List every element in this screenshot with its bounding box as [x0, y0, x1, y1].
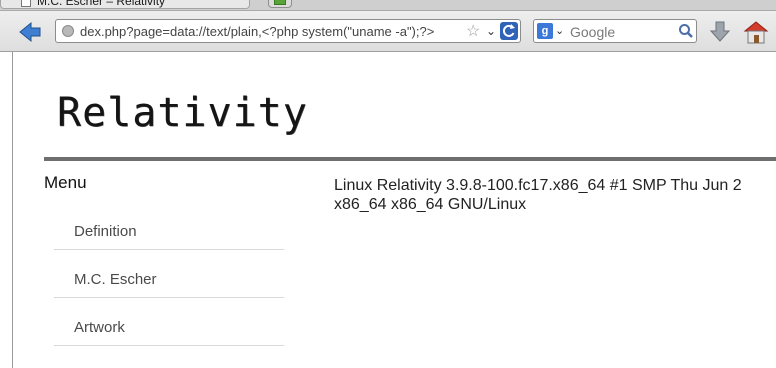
- new-tab-button[interactable]: [268, 0, 292, 8]
- plus-icon: [274, 0, 286, 5]
- page-favicon-icon: [21, 0, 31, 7]
- browser-tab[interactable]: M.C. Escher – Relativity: [0, 0, 250, 9]
- menu-item-mc-escher[interactable]: M.C. Escher: [54, 250, 284, 298]
- tab-strip: M.C. Escher – Relativity: [0, 0, 776, 11]
- back-arrow-icon[interactable]: [18, 21, 42, 43]
- url-input[interactable]: dex.php?page=data://text/plain,<?php sys…: [80, 24, 462, 39]
- menu-item-definition[interactable]: Definition: [54, 202, 284, 250]
- url-history-dropdown-icon[interactable]: ⌄: [486, 24, 496, 38]
- command-output: Linux Relativity 3.9.8-100.fc17.x86_64 #…: [334, 176, 776, 214]
- bookmark-star-icon[interactable]: ☆: [466, 21, 480, 41]
- download-icon[interactable]: [709, 20, 731, 44]
- output-line-2: x86_64 x86_64 GNU/Linux: [334, 196, 527, 213]
- site-identity-icon[interactable]: [62, 25, 74, 37]
- menu-item-artwork[interactable]: Artwork: [54, 298, 284, 346]
- menu-heading: Menu: [44, 173, 87, 192]
- header-divider: [44, 157, 776, 161]
- reload-icon[interactable]: [500, 22, 518, 40]
- google-engine-icon[interactable]: g: [537, 23, 553, 39]
- url-bar[interactable]: dex.php?page=data://text/plain,<?php sys…: [55, 19, 521, 43]
- site-logo[interactable]: Relativity: [57, 90, 308, 136]
- engine-dropdown-icon[interactable]: ⌄: [555, 24, 564, 37]
- navigation-toolbar: dex.php?page=data://text/plain,<?php sys…: [0, 11, 776, 52]
- search-magnifier-icon[interactable]: [678, 23, 694, 39]
- search-bar[interactable]: g ⌄ Google: [533, 19, 697, 43]
- search-input[interactable]: Google: [570, 24, 615, 40]
- page-viewport: Relativity Menu Definition M.C. Escher A…: [12, 52, 776, 368]
- output-line-1: Linux Relativity 3.9.8-100.fc17.x86_64 #…: [334, 177, 742, 194]
- home-icon[interactable]: [743, 19, 769, 45]
- tab-title: M.C. Escher – Relativity: [37, 0, 166, 8]
- menu-list: Definition M.C. Escher Artwork: [54, 202, 284, 346]
